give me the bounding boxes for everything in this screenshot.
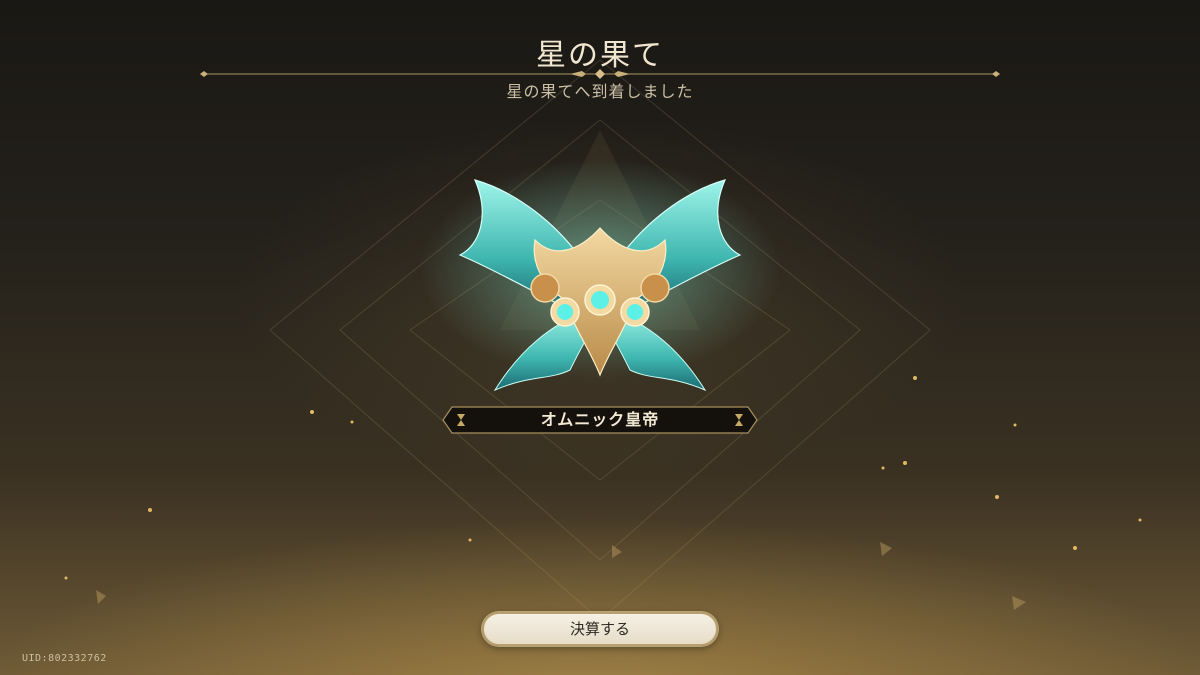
settle-button[interactable]: 決算する bbox=[482, 612, 718, 646]
uid-label: UID:802332762 bbox=[22, 653, 107, 664]
emblem-name: オムニック皇帝 bbox=[540, 410, 660, 429]
butterfly-emblem-icon bbox=[420, 160, 780, 392]
emblem-name-plate: オムニック皇帝 bbox=[442, 406, 758, 434]
page-subtitle: 星の果てへ到着しました bbox=[506, 82, 694, 101]
